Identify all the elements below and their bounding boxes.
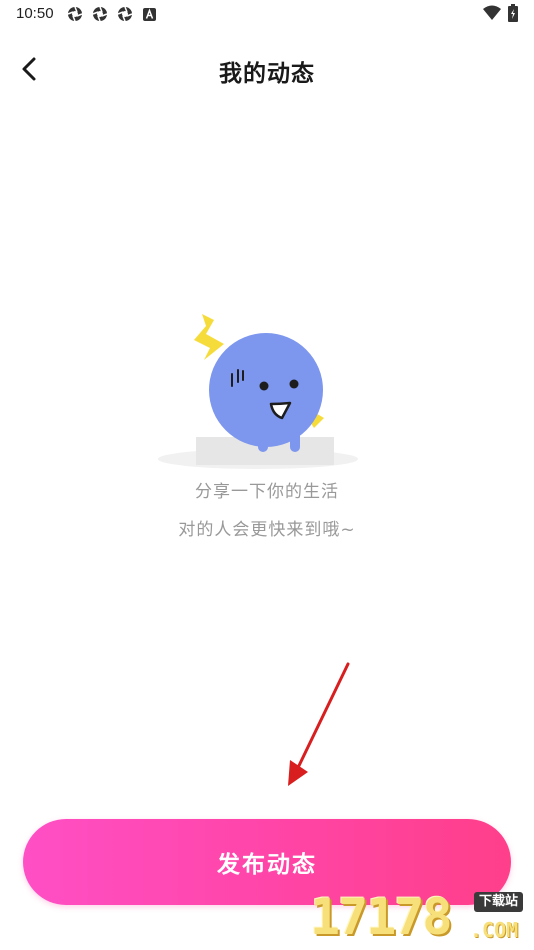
status-time: 10:50: [16, 5, 54, 22]
battery-icon: [508, 4, 524, 22]
wifi-icon: [483, 5, 501, 21]
watermark-tag: 下载站: [474, 892, 524, 912]
header: 我的动态: [0, 40, 534, 98]
watermark-number: 17178: [310, 888, 453, 946]
aperture-icon: [67, 6, 83, 22]
empty-state-illustration: [154, 308, 364, 476]
aperture-icon: [117, 6, 133, 22]
empty-state-subtitle: 对的人会更快来到哦~: [178, 520, 356, 540]
a-badge-icon: [143, 8, 159, 24]
status-bar: 10:50: [0, 0, 534, 28]
empty-state-title: 分享一下你的生活: [195, 482, 339, 502]
publish-button-label: 发布动态: [217, 852, 317, 878]
annotation-arrow: [280, 660, 360, 790]
page-title: 我的动态: [219, 61, 315, 87]
aperture-icon: [92, 6, 108, 22]
watermark-domain: .COM: [470, 918, 519, 942]
watermark-logo: 17178 下载站 .COM: [310, 888, 532, 948]
